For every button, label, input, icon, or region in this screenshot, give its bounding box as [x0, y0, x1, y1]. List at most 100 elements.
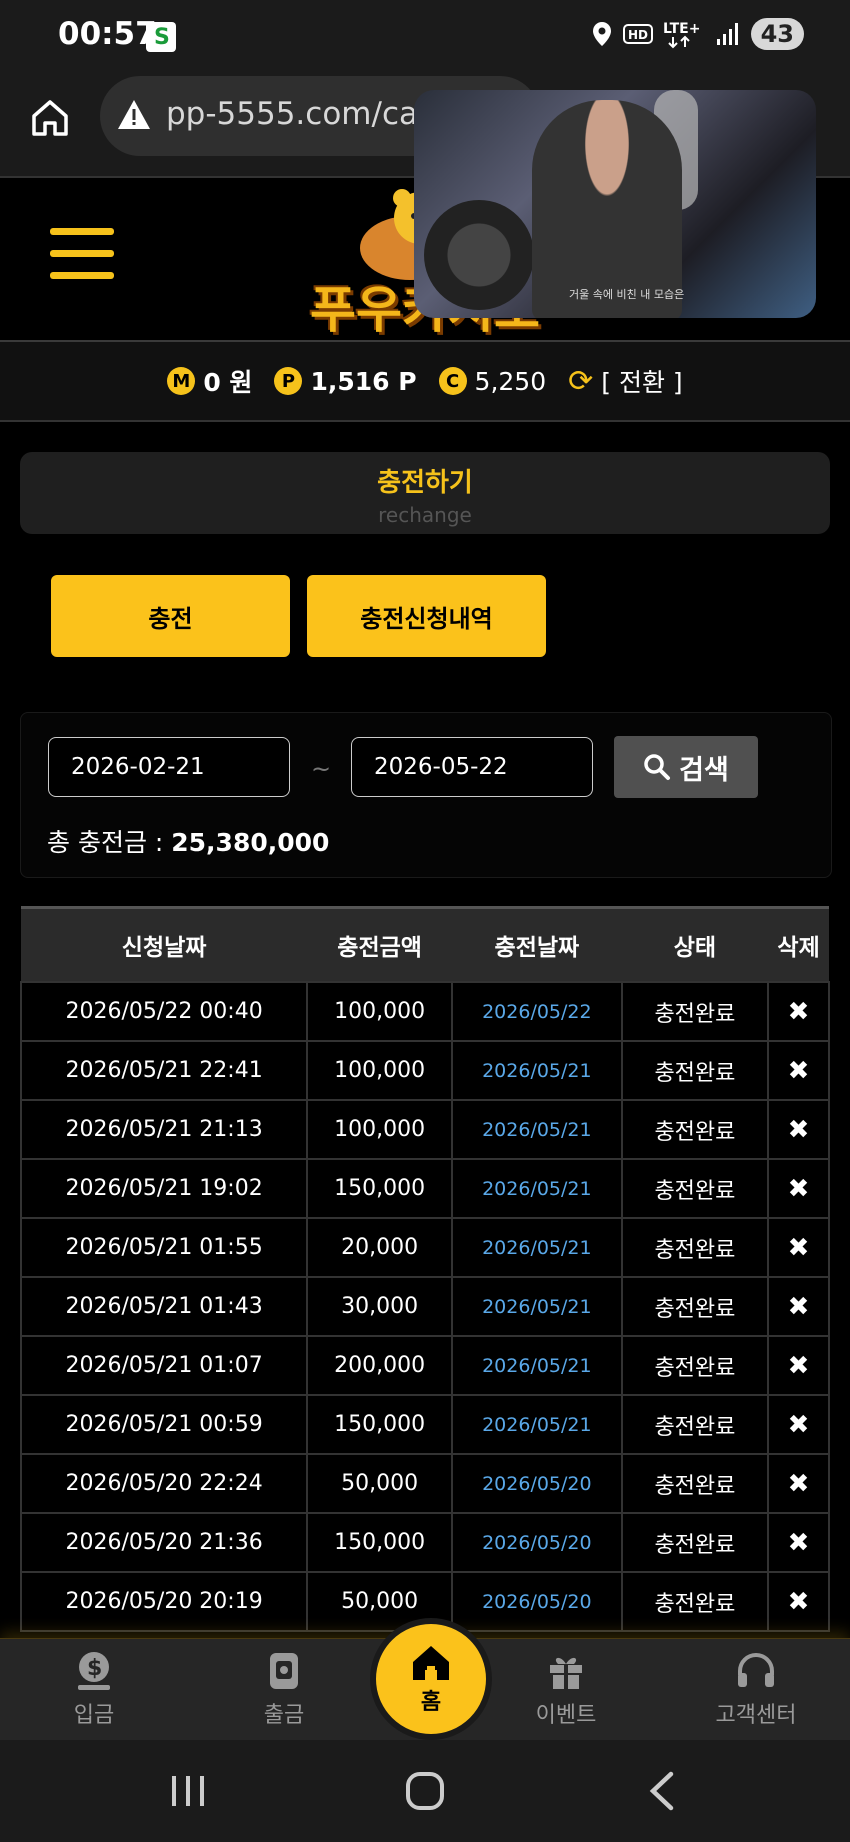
warning-icon[interactable] [116, 98, 152, 132]
cell-charge-date: 2026/05/21 [451, 1394, 623, 1455]
hd-icon: HD [622, 24, 653, 44]
table-row: 2026/05/22 00:40 100,000 2026/05/22 충전완료 ✖ [19, 981, 830, 1042]
nav-home[interactable]: 홈 [370, 1618, 492, 1740]
delete-icon[interactable]: ✖ [767, 1512, 830, 1573]
nav-event-label[interactable]: 이벤트 [536, 1703, 597, 1728]
status-time: 00:57 [58, 16, 157, 52]
cell-charge-date: 2026/05/21 [451, 1158, 623, 1219]
delete-icon[interactable]: ✖ [767, 1276, 830, 1337]
delete-icon[interactable]: ✖ [767, 1453, 830, 1514]
refresh-icon[interactable]: ⟳ [568, 364, 593, 399]
cell-charge-date: 2026/05/20 [451, 1453, 623, 1514]
table-row: 2026/05/21 22:41 100,000 2026/05/21 충전완료 ✖ [19, 1040, 830, 1101]
cell-status: 충전완료 [620, 1512, 770, 1573]
header-request-date: 신청날짜 [21, 906, 308, 982]
tab-charge[interactable]: 충전 [51, 575, 290, 657]
money-value: 0 원 [203, 368, 253, 397]
nav-event[interactable]: 이벤트 [506, 1649, 626, 1729]
table-row: 2026/05/21 01:55 20,000 2026/05/21 충전완료 ✖ [19, 1217, 830, 1278]
nav-withdraw-label[interactable]: 출금 [264, 1703, 304, 1728]
header-charge-date: 충전날짜 [452, 906, 622, 982]
nav-deposit[interactable]: $ 입금 [34, 1649, 154, 1729]
m-coin-icon: M [167, 367, 196, 395]
nav-deposit-label[interactable]: 입금 [74, 1703, 114, 1728]
table-row: 2026/05/21 19:02 150,000 2026/05/21 충전완료 ✖ [19, 1158, 830, 1219]
lte-icon: LTE+ [663, 21, 700, 49]
recent-apps-icon[interactable] [158, 1766, 218, 1816]
table-row: 2026/05/20 22:24 50,000 2026/05/20 충전완료 ✖ [19, 1453, 830, 1514]
cell-amount: 100,000 [306, 981, 453, 1042]
page-subtitle: rechange [378, 503, 472, 527]
cell-amount: 150,000 [306, 1394, 453, 1455]
cell-amount: 30,000 [306, 1276, 453, 1337]
cell-charge-date: 2026/05/21 [451, 1276, 623, 1337]
cell-amount: 20,000 [306, 1217, 453, 1278]
cell-request-date: 2026/05/20 20:19 [19, 1571, 309, 1632]
cell-status: 충전완료 [620, 1099, 770, 1160]
delete-icon[interactable]: ✖ [767, 1217, 830, 1278]
casino-value: 5,250 [474, 366, 547, 396]
back-icon[interactable] [633, 1766, 693, 1816]
browser-home-icon[interactable] [28, 96, 72, 140]
convert-button[interactable]: ⟳ [ 전환 ] [568, 363, 683, 399]
system-home-icon[interactable] [395, 1766, 455, 1816]
search-button[interactable]: 검색 [614, 736, 758, 798]
point-balance: P 1,516 P [274, 367, 417, 396]
cell-charge-date: 2026/05/21 [451, 1040, 623, 1101]
delete-icon[interactable]: ✖ [767, 1335, 830, 1396]
charge-history-table: 신청날짜 충전금액 충전날짜 상태 삭제 2026/05/22 00:40 100… [19, 906, 830, 1632]
cell-request-date: 2026/05/21 19:02 [19, 1158, 309, 1219]
table-row: 2026/05/21 21:13 100,000 2026/05/21 충전완료 ✖ [19, 1099, 830, 1160]
money-balance: M 0 원 [167, 363, 252, 399]
section-title-box: 충전하기 rechange [20, 452, 830, 534]
casino-balance: C 5,250 [438, 366, 547, 396]
cell-charge-date: 2026/05/21 [451, 1099, 623, 1160]
start-date-input[interactable]: 2026-02-21 [48, 737, 290, 797]
page-title: 충전하기 [377, 468, 473, 498]
cell-status: 충전완료 [620, 1040, 770, 1101]
app-notification-icon: S [146, 22, 176, 52]
date-separator: ~ [311, 755, 332, 783]
cell-request-date: 2026/05/21 01:55 [19, 1217, 309, 1278]
nav-home-label[interactable]: 홈 [421, 1684, 441, 1716]
cell-charge-date: 2026/05/20 [451, 1571, 623, 1632]
status-bar: 00:57 S HD LTE+ 43 [0, 0, 850, 72]
delete-icon[interactable]: ✖ [767, 981, 830, 1042]
cell-status: 충전완료 [620, 1158, 770, 1219]
delete-icon[interactable]: ✖ [767, 1099, 830, 1160]
header-status: 상태 [621, 906, 769, 982]
location-icon [592, 22, 611, 46]
cell-amount: 50,000 [306, 1453, 453, 1514]
total-label: 총 충전금 : [47, 828, 172, 857]
tab-charge-history[interactable]: 충전신청내역 [307, 575, 546, 657]
cell-request-date: 2026/05/21 22:41 [19, 1040, 309, 1101]
table-row: 2026/05/21 01:43 30,000 2026/05/21 충전완료 ✖ [19, 1276, 830, 1337]
cell-request-date: 2026/05/21 01:43 [19, 1276, 309, 1337]
nav-withdraw[interactable]: 출금 [224, 1649, 344, 1729]
delete-icon[interactable]: ✖ [767, 1158, 830, 1219]
cell-request-date: 2026/05/20 21:36 [19, 1512, 309, 1573]
end-date-input[interactable]: 2026-05-22 [351, 737, 593, 797]
delete-icon[interactable]: ✖ [767, 1040, 830, 1101]
cell-amount: 100,000 [306, 1040, 453, 1101]
table-row: 2026/05/20 21:36 150,000 2026/05/20 충전완료 ✖ [19, 1512, 830, 1573]
cell-amount: 150,000 [306, 1158, 453, 1219]
nav-support-label[interactable]: 고객센터 [716, 1703, 797, 1728]
search-button-label[interactable]: 검색 [679, 748, 729, 787]
menu-icon[interactable] [50, 228, 114, 294]
cell-request-date: 2026/05/21 00:59 [19, 1394, 309, 1455]
cell-amount: 100,000 [306, 1099, 453, 1160]
cell-status: 충전완료 [620, 1217, 770, 1278]
cell-request-date: 2026/05/20 22:24 [19, 1453, 309, 1514]
headset-icon [738, 1653, 774, 1687]
delete-icon[interactable]: ✖ [767, 1394, 830, 1455]
convert-label[interactable]: [ 전환 ] [601, 363, 682, 399]
nav-support[interactable]: 고객센터 [696, 1649, 816, 1729]
delete-icon[interactable]: ✖ [767, 1571, 830, 1632]
pip-caption: 거울 속에 비친 내 모습은 [569, 288, 685, 301]
cell-status: 충전완료 [620, 981, 770, 1042]
pip-video[interactable]: 거울 속에 비친 내 모습은 [414, 90, 816, 318]
url-text[interactable]: pp-5555.com/cas [166, 96, 434, 132]
drum-shape [424, 200, 534, 310]
table-row: 2026/05/21 00:59 150,000 2026/05/21 충전완료 ✖ [19, 1394, 830, 1455]
